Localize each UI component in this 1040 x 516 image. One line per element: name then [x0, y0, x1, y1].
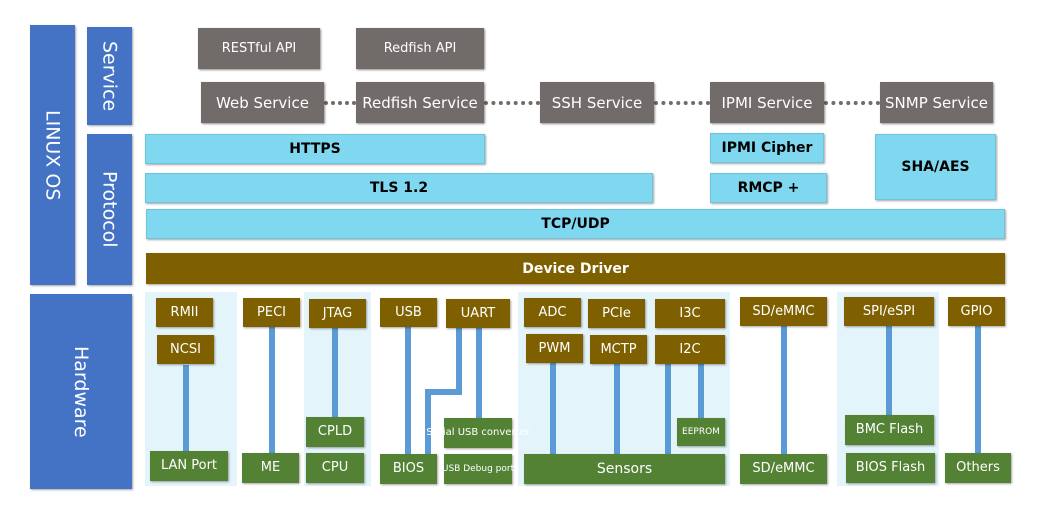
layer-linux-os-label: LINUX OS [41, 109, 64, 201]
bmc-flash-box: BMC Flash [845, 415, 934, 445]
service-connector [324, 101, 356, 105]
redfish-service-box: Redfish Service [356, 82, 484, 123]
connector-line [665, 362, 671, 455]
ssh-service-box: SSH Service [540, 82, 654, 123]
layer-protocol: Protocol [87, 134, 132, 285]
layer-linux-os: LINUX OS [30, 25, 75, 285]
bios-box: BIOS [380, 454, 437, 484]
gpio-box: GPIO [948, 297, 1005, 326]
spi-espi-box: SPI/eSPI [844, 297, 934, 326]
bios-flash-box: BIOS Flash [846, 453, 935, 483]
service-connector [654, 101, 710, 105]
lan-port-box: LAN Port [150, 451, 228, 481]
tcp-udp-box: TCP/UDP [146, 209, 1005, 239]
connector-line [975, 325, 981, 455]
peci-box: PECI [243, 298, 300, 327]
usb-debug-port-box: USB Debug port [442, 454, 514, 484]
redfish-api-box: Redfish API [356, 28, 484, 69]
sha-aes-box: SHA/AES [875, 134, 996, 200]
serial-usb-converter-box: Serial USB converter [426, 418, 530, 448]
mctp-box: MCTP [590, 335, 647, 364]
layer-hardware-label: Hardware [70, 345, 92, 438]
restful-api-box: RESTful API [198, 28, 320, 69]
rmcp-box: RMCP + [710, 173, 827, 203]
sd-emmc-interface-box: SD/eMMC [740, 297, 827, 326]
cpu-box: CPU [306, 453, 364, 483]
eeprom-box: EEPROM [677, 418, 725, 446]
sensors-box: Sensors [524, 454, 725, 484]
i2c-box: I2C [655, 335, 725, 364]
i3c-box: I3C [655, 299, 725, 328]
service-connector [484, 101, 540, 105]
connector-line [550, 362, 556, 455]
layer-hardware: Hardware [30, 294, 132, 489]
layer-service-label: Service [98, 40, 121, 112]
snmp-service-box: SNMP Service [880, 82, 993, 123]
uart-box: UART [446, 299, 510, 328]
connector-line [456, 325, 462, 390]
connector-line [614, 362, 620, 455]
ipmi-cipher-box: IPMI Cipher [710, 133, 824, 163]
pwm-box: PWM [526, 334, 583, 363]
connector-line [269, 325, 275, 455]
rmii-box: RMII [156, 298, 213, 327]
device-driver-bar: Device Driver [146, 253, 1005, 284]
ncsi-box: NCSI [157, 335, 214, 364]
usb-box: USB [380, 298, 437, 327]
me-box: ME [242, 453, 299, 483]
cpld-box: CPLD [306, 417, 364, 447]
web-service-box: Web Service [201, 82, 324, 123]
ipmi-service-box: IPMI Service [710, 82, 824, 123]
connector-line [781, 325, 787, 455]
others-box: Others [945, 453, 1011, 483]
connector-line [886, 325, 892, 417]
layer-service: Service [87, 27, 132, 125]
adc-box: ADC [524, 298, 581, 327]
https-box: HTTPS [145, 134, 485, 164]
tls-box: TLS 1.2 [145, 173, 653, 203]
service-connector [824, 101, 880, 105]
connector-line [698, 362, 704, 419]
layer-protocol-label: Protocol [98, 171, 121, 248]
connector-line [183, 365, 189, 453]
connector-line [405, 325, 411, 455]
sd-emmc-device-box: SD/eMMC [740, 454, 827, 484]
connector-line [476, 325, 482, 420]
connector-line [425, 389, 431, 455]
connector-line [332, 325, 338, 418]
jtag-box: JTAG [309, 299, 366, 328]
pcie-box: PCIe [588, 299, 645, 328]
